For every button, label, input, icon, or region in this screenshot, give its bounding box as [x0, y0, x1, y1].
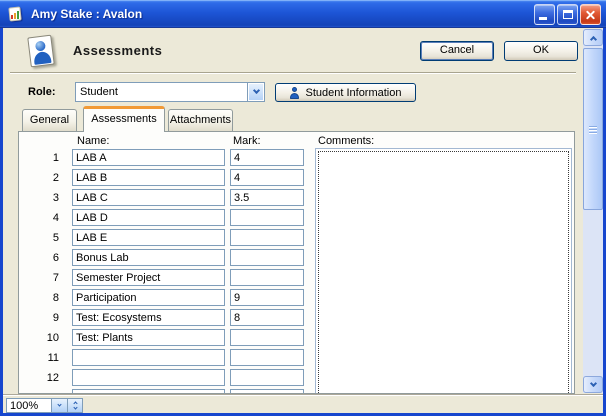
assessment-name-input[interactable]	[72, 369, 225, 386]
table-row-clipped	[19, 389, 309, 394]
assessment-mark-input[interactable]	[230, 349, 304, 366]
assessment-name-input[interactable]	[72, 389, 225, 394]
assessment-mark-input[interactable]	[230, 229, 304, 246]
table-row: 1	[19, 149, 309, 169]
table-row: 11	[19, 349, 309, 369]
table-row: 7	[19, 269, 309, 289]
assessment-name-input[interactable]	[72, 269, 225, 286]
row-number: 8	[19, 292, 59, 304]
name-column-header: Name:	[77, 135, 109, 147]
minimize-button[interactable]	[534, 4, 555, 25]
row-number: 6	[19, 252, 59, 264]
chevron-up-icon	[589, 35, 596, 42]
page-title: Assessments	[73, 43, 162, 58]
tab-general[interactable]: General	[22, 109, 77, 131]
row-number: 5	[19, 232, 59, 244]
role-dropdown-value: Student	[76, 83, 247, 101]
table-row: 4	[19, 209, 309, 229]
minimize-icon	[539, 17, 547, 20]
close-button[interactable]	[580, 4, 601, 25]
student-information-label: Student Information	[305, 87, 401, 99]
assessment-name-input[interactable]	[72, 309, 225, 326]
comments-header: Comments:	[318, 135, 374, 147]
row-number: 12	[19, 372, 59, 384]
table-row: 8	[19, 289, 309, 309]
assessments-person-card-icon	[27, 35, 59, 69]
app-chart-icon	[8, 6, 24, 22]
assessment-name-input[interactable]	[72, 229, 225, 246]
assessment-mark-input[interactable]	[230, 149, 304, 166]
assessment-name-input[interactable]	[72, 249, 225, 266]
statusbar: 100%	[3, 394, 603, 413]
assessment-mark-input[interactable]	[230, 389, 304, 394]
zoom-spinner[interactable]	[67, 399, 82, 412]
dropdown-chevron-button[interactable]	[247, 83, 264, 101]
cancel-button[interactable]: Cancel	[420, 41, 494, 61]
row-number: 2	[19, 172, 59, 184]
dialog-window: Amy Stake : Avalon Assessments Cancel OK…	[0, 0, 606, 416]
table-row: 10	[19, 329, 309, 349]
comments-textarea[interactable]	[318, 151, 569, 394]
maximize-icon	[563, 10, 573, 19]
assessment-mark-input[interactable]	[230, 269, 304, 286]
table-row: 12	[19, 369, 309, 389]
table-row: 2	[19, 169, 309, 189]
role-label: Role:	[28, 86, 56, 98]
assessment-mark-input[interactable]	[230, 289, 304, 306]
assessment-name-input[interactable]	[72, 349, 225, 366]
table-row: 6	[19, 249, 309, 269]
row-number: 7	[19, 272, 59, 284]
scroll-down-button[interactable]	[583, 376, 603, 393]
assessment-name-input[interactable]	[72, 289, 225, 306]
zoom-control[interactable]: 100%	[6, 398, 83, 413]
ok-button[interactable]: OK	[504, 41, 578, 61]
table-row: 9	[19, 309, 309, 329]
assessment-mark-input[interactable]	[230, 209, 304, 226]
titlebar: Amy Stake : Avalon	[0, 0, 606, 28]
row-number: 11	[19, 352, 59, 364]
assessment-mark-input[interactable]	[230, 189, 304, 206]
scrollbar-thumb[interactable]	[583, 48, 603, 210]
window-title: Amy Stake : Avalon	[31, 7, 534, 21]
chevron-down-icon	[589, 379, 596, 386]
row-number: 4	[19, 212, 59, 224]
assessment-name-input[interactable]	[72, 329, 225, 346]
tab-attachments[interactable]: Attachments	[168, 109, 233, 131]
person-icon	[289, 87, 300, 99]
mark-column-header: Mark:	[233, 135, 261, 147]
assessment-mark-input[interactable]	[230, 369, 304, 386]
table-row: 3	[19, 189, 309, 209]
row-number: 3	[19, 192, 59, 204]
zoom-level-value: 100%	[7, 399, 51, 412]
chevron-down-icon	[57, 402, 61, 406]
assessment-mark-input[interactable]	[230, 169, 304, 186]
row-number: 10	[19, 332, 59, 344]
spinner-down-icon	[73, 405, 77, 409]
assessment-name-input[interactable]	[72, 149, 225, 166]
assessment-name-input[interactable]	[72, 169, 225, 186]
tab-assessments[interactable]: Assessments	[83, 106, 165, 132]
role-dropdown[interactable]: Student	[75, 82, 265, 102]
vertical-scrollbar[interactable]	[583, 29, 603, 393]
student-information-button[interactable]: Student Information	[275, 83, 416, 102]
assessment-mark-input[interactable]	[230, 329, 304, 346]
assessment-mark-input[interactable]	[230, 309, 304, 326]
assessments-panel: Name: Mark: Comments: 1 2 3 4 5 6 7 8 9 …	[18, 131, 575, 394]
table-row: 5	[19, 229, 309, 249]
zoom-dropdown-button[interactable]	[51, 399, 67, 412]
assessment-name-input[interactable]	[72, 209, 225, 226]
header-divider	[10, 72, 576, 74]
dialog-content: Assessments Cancel OK Role: Student Stud…	[3, 28, 603, 413]
comments-field[interactable]	[315, 148, 572, 394]
assessment-mark-input[interactable]	[230, 249, 304, 266]
row-number: 9	[19, 312, 59, 324]
maximize-button[interactable]	[557, 4, 578, 25]
row-number: 1	[19, 152, 59, 164]
chevron-down-icon	[252, 87, 259, 94]
assessment-name-input[interactable]	[72, 189, 225, 206]
scroll-up-button[interactable]	[583, 29, 603, 46]
